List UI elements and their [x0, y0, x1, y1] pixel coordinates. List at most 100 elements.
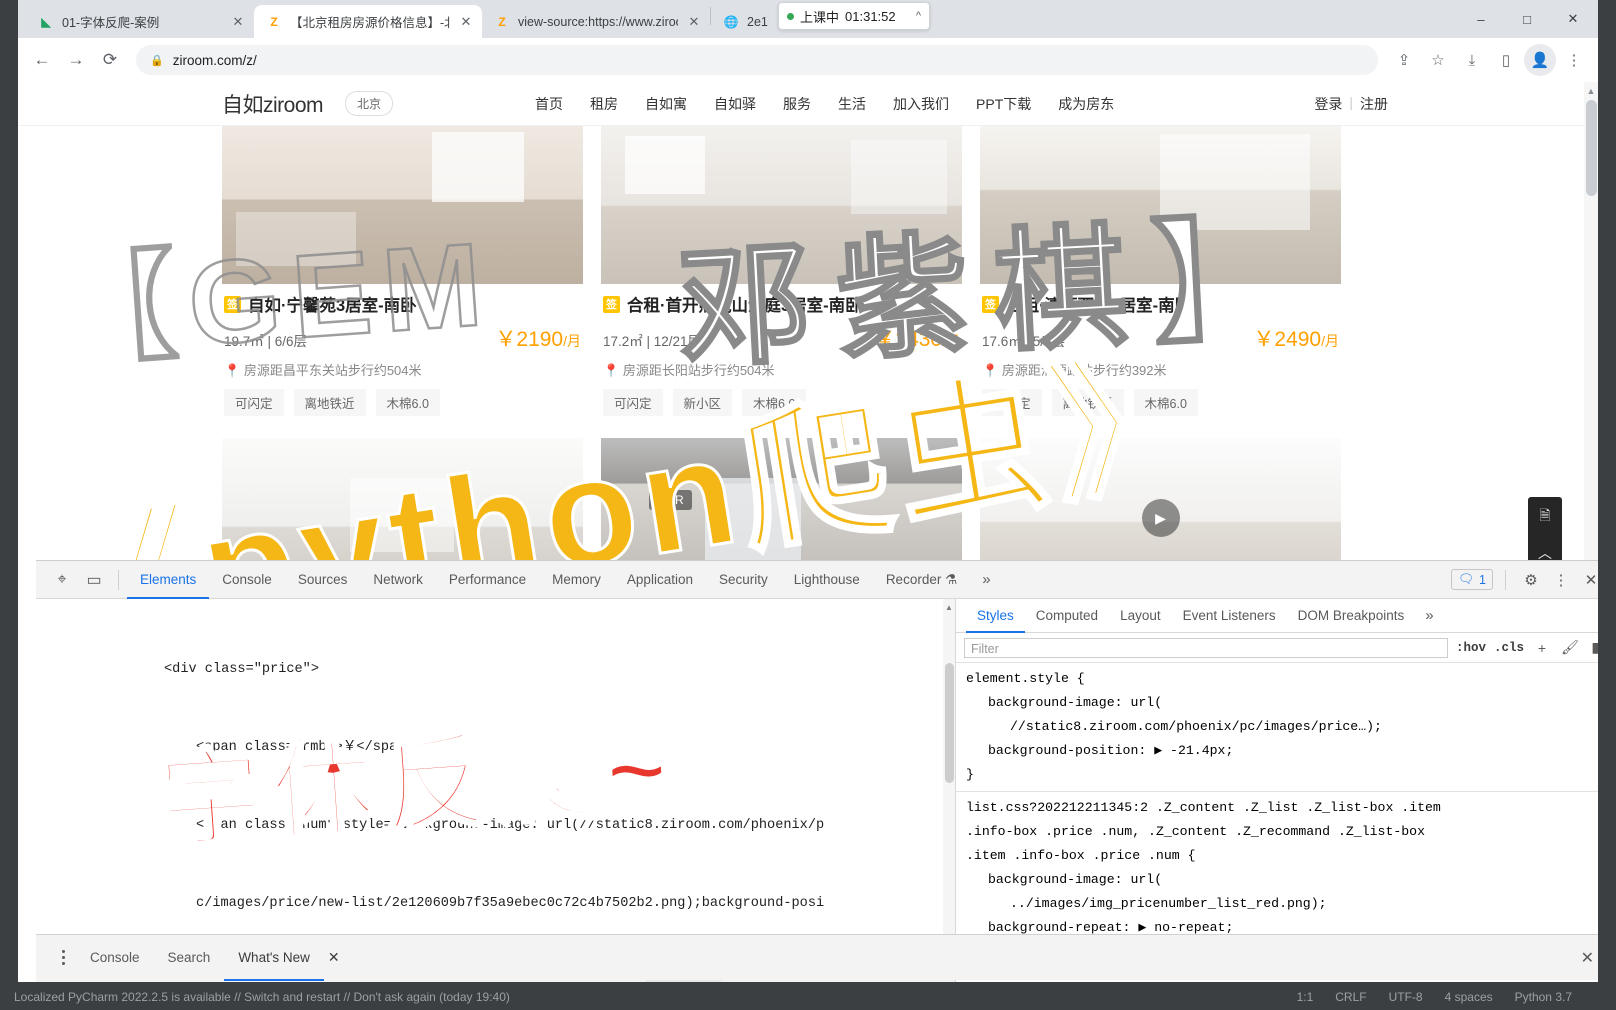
device-toolbar-icon[interactable]: ▭: [78, 566, 110, 594]
register-link[interactable]: 注册: [1360, 94, 1388, 114]
nav-item-become-landlord[interactable]: 成为房东: [1058, 94, 1114, 114]
inspect-icon[interactable]: ⌖: [46, 566, 78, 594]
document-icon[interactable]: 🗎: [1539, 505, 1550, 529]
download-icon[interactable]: ⤓: [1456, 44, 1488, 76]
vr-badge[interactable]: ▸ VR: [649, 490, 692, 510]
devtools-tab-security[interactable]: Security: [706, 561, 781, 599]
style-url-link[interactable]: ../images/img_pricenumber_list_red.png: [1010, 896, 1311, 911]
styles-tab-event-listeners[interactable]: Event Listeners: [1172, 599, 1287, 633]
issues-badge[interactable]: 🗨 1: [1451, 569, 1493, 590]
drawer-tab-search[interactable]: Search: [154, 935, 225, 981]
drawer-tab-console[interactable]: Console: [76, 935, 154, 981]
dom-scrollbar-thumb[interactable]: [945, 663, 954, 783]
maximize-button[interactable]: □: [1504, 3, 1550, 35]
devtools-tab-overflow[interactable]: »: [970, 571, 1002, 588]
dom-line[interactable]: <span class="rmb">￥</span>: [36, 735, 955, 761]
new-style-rule-icon[interactable]: +: [1532, 638, 1552, 658]
forward-icon[interactable]: →: [60, 44, 92, 76]
settings-gear-icon[interactable]: ⚙: [1518, 567, 1544, 593]
close-icon[interactable]: ✕: [1578, 567, 1598, 593]
close-icon[interactable]: ✕: [230, 14, 246, 30]
site-logo[interactable]: 自如ziroom: [222, 89, 324, 119]
devtools-tab-elements[interactable]: Elements: [127, 561, 209, 599]
nav-item-service[interactable]: 服务: [783, 94, 811, 114]
browser-tab-1[interactable]: ◣ 01-字体反爬-案例 ✕: [26, 5, 254, 38]
style-declaration-bg-image-url-struck[interactable]: ../images/img_pricenumber_list_red.png);: [966, 892, 1598, 916]
share-icon[interactable]: ⇪: [1388, 44, 1420, 76]
address-bar[interactable]: 🔒 ziroom.com/z/: [136, 45, 1378, 75]
window-room-photo[interactable]: [980, 126, 1341, 284]
styles-tab-dom-breakpoints[interactable]: DOM Breakpoints: [1287, 599, 1416, 633]
listing-card[interactable]: 签 合租·清源西里3居室-南卧 17.6㎡ | 5/6层 ￥2490/月 📍 房…: [980, 126, 1341, 416]
login-link[interactable]: 登录: [1314, 94, 1342, 114]
style-rule-source-link[interactable]: list.css?202212211345:2: [966, 800, 1148, 815]
drawer-tab-close-icon[interactable]: ✕: [328, 949, 340, 966]
browser-tab-2[interactable]: Z 【北京租房房源价格信息】-北京 ✕: [254, 5, 482, 38]
devtools-tab-network[interactable]: Network: [360, 561, 436, 599]
kebab-menu-icon[interactable]: ⋮: [1548, 567, 1574, 593]
devtools-tab-memory[interactable]: Memory: [539, 561, 614, 599]
devtools-tab-lighthouse[interactable]: Lighthouse: [781, 561, 873, 599]
listing-title[interactable]: 合租·首开熙悦山澜庭3居室-南卧: [627, 292, 862, 316]
styles-tab-styles[interactable]: Styles: [966, 599, 1025, 633]
computed-styles-icon[interactable]: 🖌: [1560, 638, 1580, 658]
hov-toggle[interactable]: :hov: [1456, 641, 1486, 655]
profile-icon[interactable]: 👤: [1524, 44, 1556, 76]
scroll-up-arrow-icon[interactable]: ▲: [944, 601, 954, 613]
nav-item-life[interactable]: 生活: [838, 94, 866, 114]
nav-item-ziru-apartment[interactable]: 自如寓: [645, 94, 687, 114]
devtools-tab-application[interactable]: Application: [614, 561, 706, 599]
listing-title[interactable]: 自如·宁馨苑3居室-南卧: [248, 292, 417, 316]
style-declaration-bg-image-struck[interactable]: background-image: url(: [966, 868, 1598, 892]
bedroom-photo[interactable]: [222, 126, 583, 284]
cls-toggle[interactable]: .cls: [1494, 641, 1524, 655]
desk-room-photo[interactable]: [601, 126, 962, 284]
listing-card[interactable]: 签 自如·宁馨苑3居室-南卧 19.7㎡ | 6/6层 ￥2190/月 📍 房源…: [222, 126, 583, 416]
nav-item-ppt-download[interactable]: PPT下载: [976, 94, 1031, 114]
listing-title[interactable]: 合租·清源西里3居室-南卧: [1006, 292, 1191, 316]
styles-tab-overflow[interactable]: »: [1415, 607, 1443, 624]
browser-tab-3[interactable]: Z view-source:https://www.ziroo ✕: [482, 5, 710, 38]
drawer-tab-whats-new[interactable]: What's New: [224, 935, 324, 981]
page-scrollbar-thumb[interactable]: [1586, 100, 1597, 196]
back-icon[interactable]: ←: [26, 44, 58, 76]
dom-line[interactable]: <div class="price">: [36, 657, 955, 683]
window-close-button[interactable]: ✕: [1550, 3, 1596, 35]
play-icon[interactable]: ▶: [1141, 499, 1180, 537]
dom-tree-pane[interactable]: <div class="price"> <span class="rmb">￥<…: [36, 599, 956, 982]
nav-item-ziru-station[interactable]: 自如驿: [714, 94, 756, 114]
close-icon[interactable]: ✕: [458, 14, 474, 30]
styles-tab-computed[interactable]: Computed: [1025, 599, 1109, 633]
style-declaration-bg-position[interactable]: background-position: ▶ -21.4px;: [966, 739, 1598, 763]
minimize-button[interactable]: –: [1458, 3, 1504, 35]
style-rule-element-style[interactable]: element.style { background-image: url( /…: [956, 663, 1598, 792]
drawer-close-icon[interactable]: ✕: [1581, 948, 1594, 968]
devtools-tab-recorder[interactable]: Recorder ⚗: [873, 561, 970, 599]
devtools-tab-sources[interactable]: Sources: [285, 561, 361, 599]
listing-card[interactable]: 签 合租·首开熙悦山澜庭3居室-南卧 17.2㎡ | 12/21层 ￥2430/…: [601, 126, 962, 416]
toggle-sidebar-icon[interactable]: ◧: [1588, 638, 1598, 658]
styles-tab-layout[interactable]: Layout: [1109, 599, 1172, 633]
close-icon[interactable]: ✕: [686, 14, 702, 30]
style-declaration-bg-image[interactable]: background-image: url(: [966, 691, 1598, 715]
styles-filter-input[interactable]: Filter: [964, 637, 1448, 658]
dom-line[interactable]: <span class="num" style="background-imag…: [36, 813, 955, 839]
dom-line[interactable]: c/images/price/new-list/2e120609b7f35a9e…: [36, 891, 955, 917]
kebab-menu-icon[interactable]: ⋮: [1558, 44, 1590, 76]
side-panel-icon[interactable]: ▯: [1490, 44, 1522, 76]
class-timer-widget[interactable]: 上课中 01:31:52 ^: [778, 2, 930, 30]
nav-item-rent[interactable]: 租房: [590, 94, 618, 114]
nav-item-join-us[interactable]: 加入我们: [893, 94, 949, 114]
scroll-up-arrow-icon[interactable]: ▲: [1585, 84, 1597, 98]
star-icon[interactable]: ☆: [1422, 44, 1454, 76]
style-url-link[interactable]: //static8.ziroom.com/phoenix/pc/images/p…: [1010, 719, 1366, 734]
nav-item-home[interactable]: 首页: [535, 94, 563, 114]
chevron-up-icon[interactable]: ^: [916, 10, 921, 22]
style-rule-list-css[interactable]: list.css?202212211345:2 .Z_content .Z_li…: [956, 792, 1598, 945]
dom-scrollbar[interactable]: ▲ ▼: [943, 599, 955, 982]
devtools-tab-performance[interactable]: Performance: [436, 561, 539, 599]
style-declaration-bg-image-url[interactable]: //static8.ziroom.com/phoenix/pc/images/p…: [966, 715, 1598, 739]
reload-icon[interactable]: ⟳: [94, 44, 126, 76]
city-selector[interactable]: 北京: [345, 91, 394, 116]
drawer-menu-icon[interactable]: [50, 950, 76, 965]
